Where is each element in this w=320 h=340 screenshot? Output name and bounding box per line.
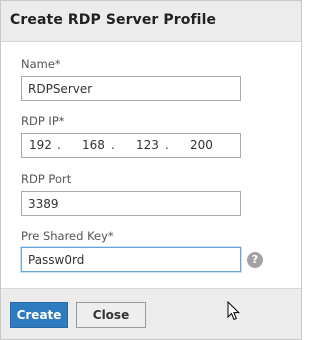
ip-separator: . bbox=[57, 138, 61, 152]
pre-shared-key-input[interactable] bbox=[21, 247, 241, 272]
ip-octet-1[interactable]: 192 bbox=[29, 138, 52, 152]
name-input[interactable] bbox=[21, 76, 241, 101]
pre-shared-key-label: Pre Shared Key* bbox=[21, 229, 114, 243]
ip-separator: . bbox=[165, 138, 169, 152]
rdp-ip-input[interactable]: 192 . 168 . 123 . 200 bbox=[21, 133, 241, 158]
rdp-port-input[interactable] bbox=[21, 191, 241, 216]
rdp-port-label: RDP Port bbox=[21, 172, 72, 186]
ip-octet-2[interactable]: 168 bbox=[82, 138, 105, 152]
ip-octet-3[interactable]: 123 bbox=[136, 138, 159, 152]
ip-separator: . bbox=[111, 138, 115, 152]
dialog-footer: Create Close bbox=[1, 288, 301, 339]
create-button[interactable]: Create bbox=[10, 302, 68, 328]
dialog-header: Create RDP Server Profile bbox=[1, 1, 301, 42]
create-rdp-server-profile-dialog: Create RDP Server Profile Name* RDP IP* … bbox=[0, 0, 302, 340]
dialog-title: Create RDP Server Profile bbox=[10, 12, 217, 28]
name-label: Name* bbox=[21, 57, 61, 71]
help-icon[interactable]: ? bbox=[247, 252, 263, 268]
close-button[interactable]: Close bbox=[76, 302, 146, 328]
ip-octet-4[interactable]: 200 bbox=[190, 138, 213, 152]
rdp-ip-label: RDP IP* bbox=[21, 114, 65, 128]
mouse-pointer-icon bbox=[227, 301, 241, 321]
